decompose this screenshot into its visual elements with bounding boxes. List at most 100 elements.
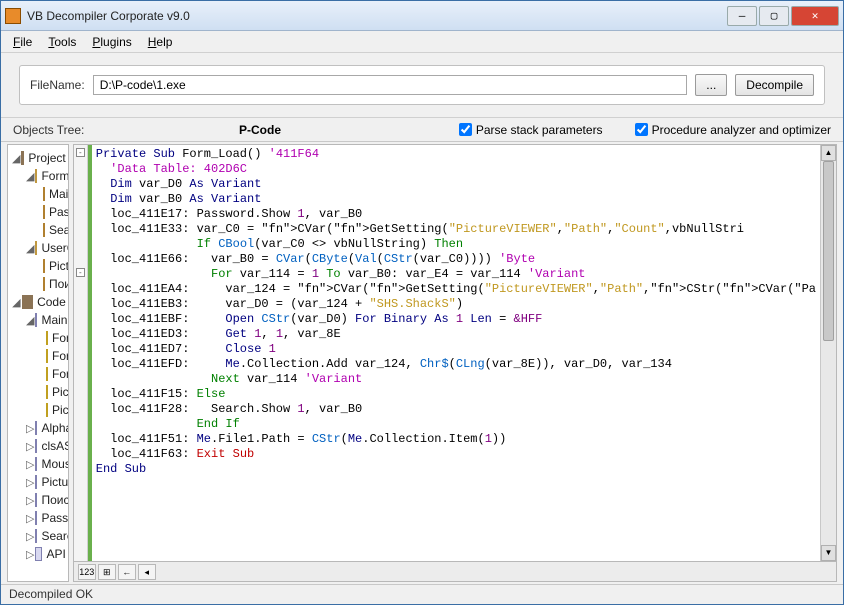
expander-icon[interactable]: ▷ — [26, 440, 34, 452]
browse-button[interactable]: ... — [695, 74, 727, 96]
tree-label: PictureViever — [49, 259, 69, 273]
module-icon — [35, 493, 37, 507]
filename-label: FileName: — [30, 78, 85, 92]
statusbar-btn-3[interactable]: ← — [118, 564, 136, 580]
expander-icon[interactable]: ◢ — [12, 152, 20, 164]
window-title: VB Decompiler Corporate v9.0 — [27, 9, 727, 23]
tree-module-alphablend[interactable]: ▷Alphablend — [10, 419, 66, 437]
tree-method[interactable]: Form_KeyPress_413E1C — [10, 365, 66, 383]
maximize-button[interactable]: ▢ — [759, 6, 789, 26]
tree-method[interactable]: Form_Load_411F64 — [10, 329, 66, 347]
tree-module-pictureviever[interactable]: ▷PictureViever — [10, 473, 66, 491]
filename-input[interactable] — [93, 75, 688, 95]
menu-file[interactable]: File — [5, 33, 40, 51]
code-statusbar: 123 ⊞ ← ◂ — [73, 562, 837, 582]
tree-label: Поиск — [49, 277, 69, 291]
code-text[interactable]: Private Sub Form_Load() '411F64 'Data Ta… — [92, 145, 820, 561]
folder-icon — [35, 169, 37, 183]
tree-label: Forms — [41, 169, 68, 183]
proc-analyzer-label: Procedure analyzer and optimizer — [652, 123, 831, 137]
tree-module-api[interactable]: ▷ API — [10, 545, 66, 563]
decompile-button[interactable]: Decompile — [735, 74, 814, 96]
fold-marker-icon[interactable]: - — [76, 148, 85, 157]
file-row: FileName: ... Decompile — [19, 65, 825, 105]
scroll-thumb[interactable] — [823, 161, 834, 341]
menu-help[interactable]: Help — [140, 33, 181, 51]
minimize-button[interactable]: — — [727, 6, 757, 26]
tree-form-password[interactable]: Password — [10, 203, 66, 221]
tree-main[interactable]: ◢Main — [10, 311, 66, 329]
tree-module-mousescrollapi[interactable]: ▷MouseScrollApi — [10, 455, 66, 473]
tree-module-search[interactable]: ▷Search — [10, 527, 66, 545]
method-icon — [46, 331, 48, 345]
tree-label: Password — [41, 511, 68, 525]
tree-label: Password — [49, 205, 69, 219]
tree-label: Main — [49, 187, 69, 201]
parse-stack-checkbox-wrap[interactable]: Parse stack parameters — [459, 123, 603, 137]
project-icon — [21, 151, 24, 165]
project-icon — [22, 295, 33, 309]
app-window: VB Decompiler Corporate v9.0 — ▢ ✕ File … — [0, 0, 844, 605]
tree-form-main[interactable]: Main — [10, 185, 66, 203]
menu-tools[interactable]: Tools — [40, 33, 84, 51]
expander-icon[interactable]: ▷ — [26, 494, 34, 506]
tree-method[interactable]: PictureViever1_Unknown — [10, 383, 66, 401]
tree-uc-item[interactable]: PictureViever — [10, 257, 66, 275]
module-icon — [35, 313, 37, 327]
tree-label: Code — [37, 295, 66, 309]
statusbar-btn-2[interactable]: ⊞ — [98, 564, 116, 580]
tree-method[interactable]: PictureViever1_Unknown — [10, 401, 66, 419]
expander-icon[interactable]: ▷ — [26, 512, 34, 524]
form-icon — [43, 223, 45, 237]
form-icon — [43, 205, 45, 219]
tree-label: clsASMpic — [41, 439, 68, 453]
parse-stack-checkbox[interactable] — [459, 123, 472, 136]
code-gutter[interactable]: - - — [74, 145, 88, 561]
expander-icon[interactable]: ▷ — [26, 530, 34, 542]
tree-label: Form_KeyPress_413E1C — [52, 367, 69, 381]
tree-label: Form_Activate_41155C — [52, 349, 69, 363]
module-icon — [35, 439, 37, 453]
expander-icon[interactable]: ◢ — [12, 296, 21, 308]
menubar: File Tools Plugins Help — [1, 31, 843, 53]
code-area[interactable]: - - Private Sub Form_Load() '411F64 'Dat… — [73, 144, 837, 562]
expander-icon[interactable]: ▷ — [26, 548, 34, 560]
statusbar-btn-1[interactable]: 123 — [78, 564, 96, 580]
menu-plugins[interactable]: Plugins — [84, 33, 139, 51]
objects-tree[interactable]: ◢Project◢FormsMainPasswordSearch◢UserCon… — [7, 144, 69, 582]
tree-label: PictureViever1_Unknown — [52, 403, 69, 417]
tree-usercontrols[interactable]: ◢UserControls — [10, 239, 66, 257]
form-icon — [43, 187, 45, 201]
fold-marker-icon[interactable]: - — [76, 268, 85, 277]
tree-module-clsasmpic[interactable]: ▷ clsASMpic — [10, 437, 66, 455]
expander-icon[interactable]: ◢ — [26, 170, 34, 182]
tree-method[interactable]: Form_Activate_41155C — [10, 347, 66, 365]
tree-form-search[interactable]: Search — [10, 221, 66, 239]
proc-analyzer-checkbox[interactable] — [635, 123, 648, 136]
expander-icon[interactable]: ◢ — [26, 314, 34, 326]
content-area: ◢Project◢FormsMainPasswordSearch◢UserCon… — [1, 142, 843, 584]
close-button[interactable]: ✕ — [791, 6, 839, 26]
titlebar[interactable]: VB Decompiler Corporate v9.0 — ▢ ✕ — [1, 1, 843, 31]
tree-code[interactable]: ◢ Code — [10, 293, 66, 311]
expander-icon[interactable]: ▷ — [26, 422, 34, 434]
expander-icon[interactable]: ▷ — [26, 458, 34, 470]
tree-label: API — [46, 547, 65, 561]
tree-uc-item[interactable]: Поиск — [10, 275, 66, 293]
module-icon — [35, 421, 37, 435]
form-icon — [43, 277, 45, 291]
proc-analyzer-checkbox-wrap[interactable]: Procedure analyzer and optimizer — [635, 123, 831, 137]
status-bar: Decompiled OK — [1, 584, 843, 604]
expander-icon[interactable]: ◢ — [26, 242, 34, 254]
code-panel: - - Private Sub Form_Load() '411F64 'Dat… — [73, 144, 837, 582]
vertical-scrollbar[interactable]: ▲ ▼ — [820, 145, 836, 561]
method-icon — [46, 367, 48, 381]
expander-icon[interactable]: ▷ — [26, 476, 34, 488]
scroll-up-button[interactable]: ▲ — [821, 145, 836, 161]
tree-module-password[interactable]: ▷ Password — [10, 509, 66, 527]
scroll-down-button[interactable]: ▼ — [821, 545, 836, 561]
statusbar-btn-4[interactable]: ◂ — [138, 564, 156, 580]
tree-module-поиск[interactable]: ▷Поиск — [10, 491, 66, 509]
tree-forms[interactable]: ◢ Forms — [10, 167, 66, 185]
tree-project[interactable]: ◢Project — [10, 149, 66, 167]
